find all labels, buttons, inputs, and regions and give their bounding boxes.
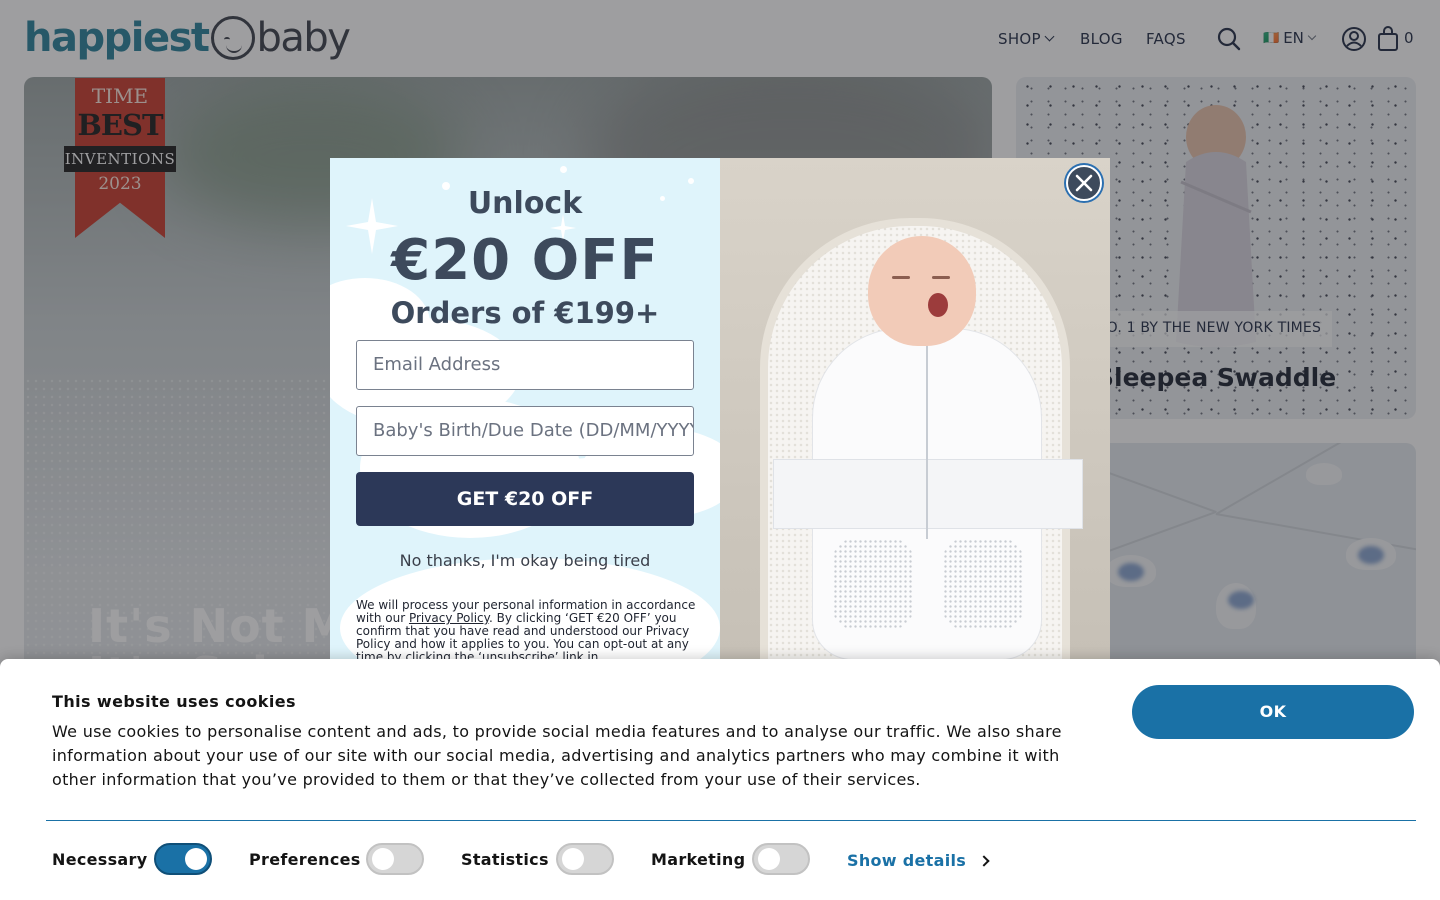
popup-heading-discount: €20 OFF [391,228,659,293]
decline-offer-link[interactable]: No thanks, I'm okay being tired [330,551,720,570]
baby-eye [932,276,950,279]
white-swaddle-image [773,328,1083,660]
baby-eye [892,276,910,279]
cookie-divider [46,820,1416,821]
popup-legal-text: We will process your personal informatio… [356,599,696,661]
cookie-title: This website uses cookies [52,692,296,711]
show-details-link[interactable]: Show details [847,851,990,870]
privacy-policy-link[interactable]: Privacy Policy [409,611,489,625]
baby-mouth [928,293,948,317]
star-dot [560,166,567,173]
popup-baby-photo [720,158,1110,660]
cookie-consent-banner: This website uses cookies We use cookies… [0,659,1440,900]
popup-heading-unlock: Unlock [467,186,583,221]
email-field[interactable]: Email Address [356,340,694,390]
newborn-head-image [868,236,976,346]
cookie-option-marketing-label: Marketing [651,850,746,869]
preferences-toggle[interactable] [366,843,424,875]
discount-popup: Unlock €20 OFF Orders of €199+ Email Add… [330,158,1110,660]
close-icon [1075,174,1093,192]
close-popup-button[interactable] [1066,165,1102,201]
cookie-description: We use cookies to personalise content an… [52,722,1062,789]
show-details-label: Show details [847,851,967,870]
marketing-toggle[interactable] [752,843,810,875]
cookie-option-statistics-label: Statistics [461,850,549,869]
popup-heading-orders: Orders of €199+ [390,296,660,330]
cookie-option-preferences-label: Preferences [249,850,361,869]
get-discount-button[interactable]: GET €20 OFF [356,472,694,526]
star-dot [688,178,694,184]
necessary-toggle[interactable] [154,843,212,875]
birth-due-date-field[interactable]: Baby's Birth/Due Date (DD/MM/YYYY) [356,406,694,456]
cookie-ok-button[interactable]: OK [1132,685,1414,739]
cookie-option-necessary-label: Necessary [52,850,148,869]
popup-form-panel: Unlock €20 OFF Orders of €199+ Email Add… [330,158,720,660]
statistics-toggle[interactable] [556,843,614,875]
chevron-right-icon [978,854,990,867]
